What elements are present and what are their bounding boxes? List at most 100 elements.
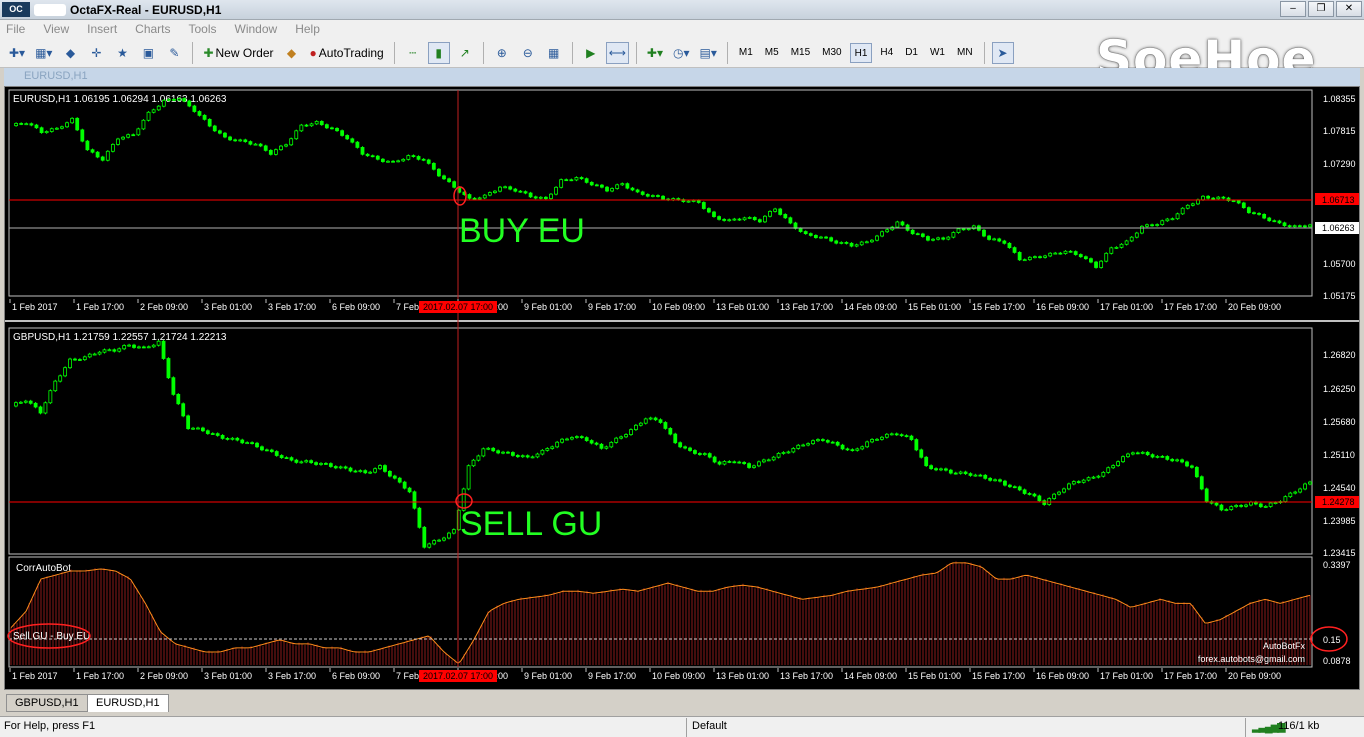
navigator-icon[interactable]: ★ bbox=[111, 42, 133, 64]
candle-body bbox=[508, 186, 513, 190]
candle-body bbox=[248, 141, 253, 145]
new-chart-icon[interactable]: ✚▾ bbox=[6, 42, 28, 64]
candle-body bbox=[650, 195, 655, 197]
candle-body bbox=[467, 194, 472, 199]
autotrading-button[interactable]: ● AutoTrading bbox=[307, 42, 387, 64]
candle-body bbox=[136, 128, 141, 136]
line-chart-icon[interactable]: ↗ bbox=[454, 42, 476, 64]
close-icon[interactable]: ✕ bbox=[1336, 1, 1362, 17]
candle-body bbox=[54, 127, 59, 130]
time-label: 2 Feb 09:00 bbox=[140, 671, 188, 681]
candle-body bbox=[535, 453, 540, 458]
timeframe-w1[interactable]: W1 bbox=[926, 43, 949, 63]
zoom-out-icon[interactable]: ⊖ bbox=[517, 42, 539, 64]
cursor-icon[interactable]: ➤ bbox=[991, 41, 1014, 64]
timeframe-mn[interactable]: MN bbox=[953, 43, 977, 63]
candle-body bbox=[264, 449, 269, 452]
templates-icon[interactable]: ▤▾ bbox=[697, 42, 720, 64]
auto-scroll-icon[interactable]: ▶ bbox=[580, 42, 602, 64]
candle-body bbox=[1267, 217, 1272, 222]
price-label: 1.07815 bbox=[1323, 126, 1356, 136]
candle-body bbox=[102, 349, 107, 353]
time-label: 16 Feb 09:00 bbox=[1036, 671, 1089, 681]
candle-body bbox=[141, 346, 146, 349]
candle-body bbox=[825, 440, 830, 443]
gbpusd-price-scale: 1.26820 1.26250 1.25680 1.25110 1.24540 … bbox=[1315, 350, 1359, 558]
chart-window[interactable]: EURUSD,H1 1.06195 1.06294 1.06163 1.0626… bbox=[4, 86, 1360, 690]
chart-window-title-text: EURUSD,H1 bbox=[24, 70, 88, 82]
metaeditor-icon[interactable]: ◆ bbox=[281, 42, 303, 64]
chart-canvas[interactable]: EURUSD,H1 1.06195 1.06294 1.06163 1.0626… bbox=[5, 87, 1359, 689]
menu-help[interactable]: Help bbox=[295, 22, 320, 36]
candle-body bbox=[589, 181, 594, 186]
candle-body bbox=[1288, 492, 1293, 498]
menu-charts[interactable]: Charts bbox=[135, 22, 170, 36]
data-window-icon[interactable]: ✛ bbox=[85, 42, 107, 64]
candle-body bbox=[697, 453, 702, 455]
menu-tools[interactable]: Tools bbox=[189, 22, 217, 36]
timeframe-h4[interactable]: H4 bbox=[876, 43, 897, 63]
candle-body bbox=[202, 114, 207, 120]
candle-body bbox=[615, 184, 620, 189]
candle-body bbox=[1073, 251, 1078, 255]
menu-insert[interactable]: Insert bbox=[87, 22, 117, 36]
timeframe-m1[interactable]: M1 bbox=[735, 43, 757, 63]
candle-body bbox=[1089, 258, 1093, 263]
chart-shift-icon[interactable]: ⟷ bbox=[605, 41, 629, 64]
candle-body bbox=[1175, 459, 1180, 462]
candle-body bbox=[365, 153, 370, 157]
timeframe-h1[interactable]: H1 bbox=[849, 42, 873, 63]
menu-view[interactable]: View bbox=[43, 22, 69, 36]
candle-body bbox=[1180, 207, 1185, 215]
new-order-button[interactable]: ✚ New Order bbox=[200, 42, 276, 64]
tile-windows-icon[interactable]: ▦ bbox=[543, 42, 565, 64]
zoom-in-icon[interactable]: ⊕ bbox=[491, 42, 513, 64]
window-title: OctaFX-Real - EURUSD,H1 bbox=[70, 3, 222, 17]
candle-body bbox=[1216, 196, 1221, 200]
indicators-icon[interactable]: ✚▾ bbox=[644, 42, 666, 64]
timeframe-d1[interactable]: D1 bbox=[901, 43, 922, 63]
candle-body bbox=[1106, 467, 1111, 473]
candle-body bbox=[813, 235, 818, 238]
candle-body bbox=[117, 348, 122, 352]
candle-body bbox=[426, 159, 431, 164]
menu-file[interactable]: File bbox=[6, 22, 25, 36]
tab-eurusd[interactable]: EURUSD,H1 bbox=[87, 694, 169, 712]
candle-body bbox=[284, 457, 289, 459]
market-watch-icon[interactable]: ◆ bbox=[59, 42, 81, 64]
candle-body bbox=[437, 168, 441, 177]
timeframe-m5[interactable]: M5 bbox=[761, 43, 783, 63]
candle-body bbox=[314, 121, 319, 125]
candlestick-icon[interactable]: ▮ bbox=[427, 41, 450, 64]
minimize-icon[interactable]: – bbox=[1280, 1, 1306, 17]
candle-body bbox=[1308, 224, 1312, 228]
candle-body bbox=[737, 461, 742, 464]
candle-body bbox=[112, 349, 117, 352]
terminal-icon[interactable]: ▣ bbox=[137, 42, 159, 64]
time-label: 15 Feb 01:00 bbox=[908, 302, 961, 312]
candle-body bbox=[1086, 477, 1091, 481]
timeframe-m30[interactable]: M30 bbox=[818, 43, 845, 63]
profiles-icon[interactable]: ▦▾ bbox=[32, 42, 55, 64]
tab-gbpusd[interactable]: GBPUSD,H1 bbox=[6, 694, 88, 712]
candle-body bbox=[503, 186, 508, 189]
time-label: 7 Feb bbox=[396, 302, 419, 312]
candle-body bbox=[574, 177, 579, 181]
menu-window[interactable]: Window bbox=[235, 22, 278, 36]
candle-body bbox=[171, 377, 176, 395]
restore-icon[interactable]: ❐ bbox=[1308, 1, 1334, 17]
tester-icon[interactable]: ✎ bbox=[163, 42, 185, 64]
candle-body bbox=[151, 344, 156, 348]
candle-body bbox=[1124, 240, 1129, 245]
timeframe-m15[interactable]: M15 bbox=[787, 43, 814, 63]
candle-body bbox=[884, 433, 889, 438]
eurusd-pane-header: EURUSD,H1 1.06195 1.06294 1.06163 1.0626… bbox=[13, 94, 227, 105]
bar-chart-icon[interactable]: ┄ bbox=[402, 42, 424, 64]
candle-body bbox=[1066, 483, 1071, 490]
periods-icon[interactable]: ◷▾ bbox=[670, 42, 693, 64]
candle-body bbox=[648, 417, 653, 420]
candle-body bbox=[1214, 502, 1219, 506]
candle-body bbox=[1058, 252, 1063, 255]
candle-body bbox=[579, 436, 584, 438]
candle-body bbox=[523, 191, 528, 194]
